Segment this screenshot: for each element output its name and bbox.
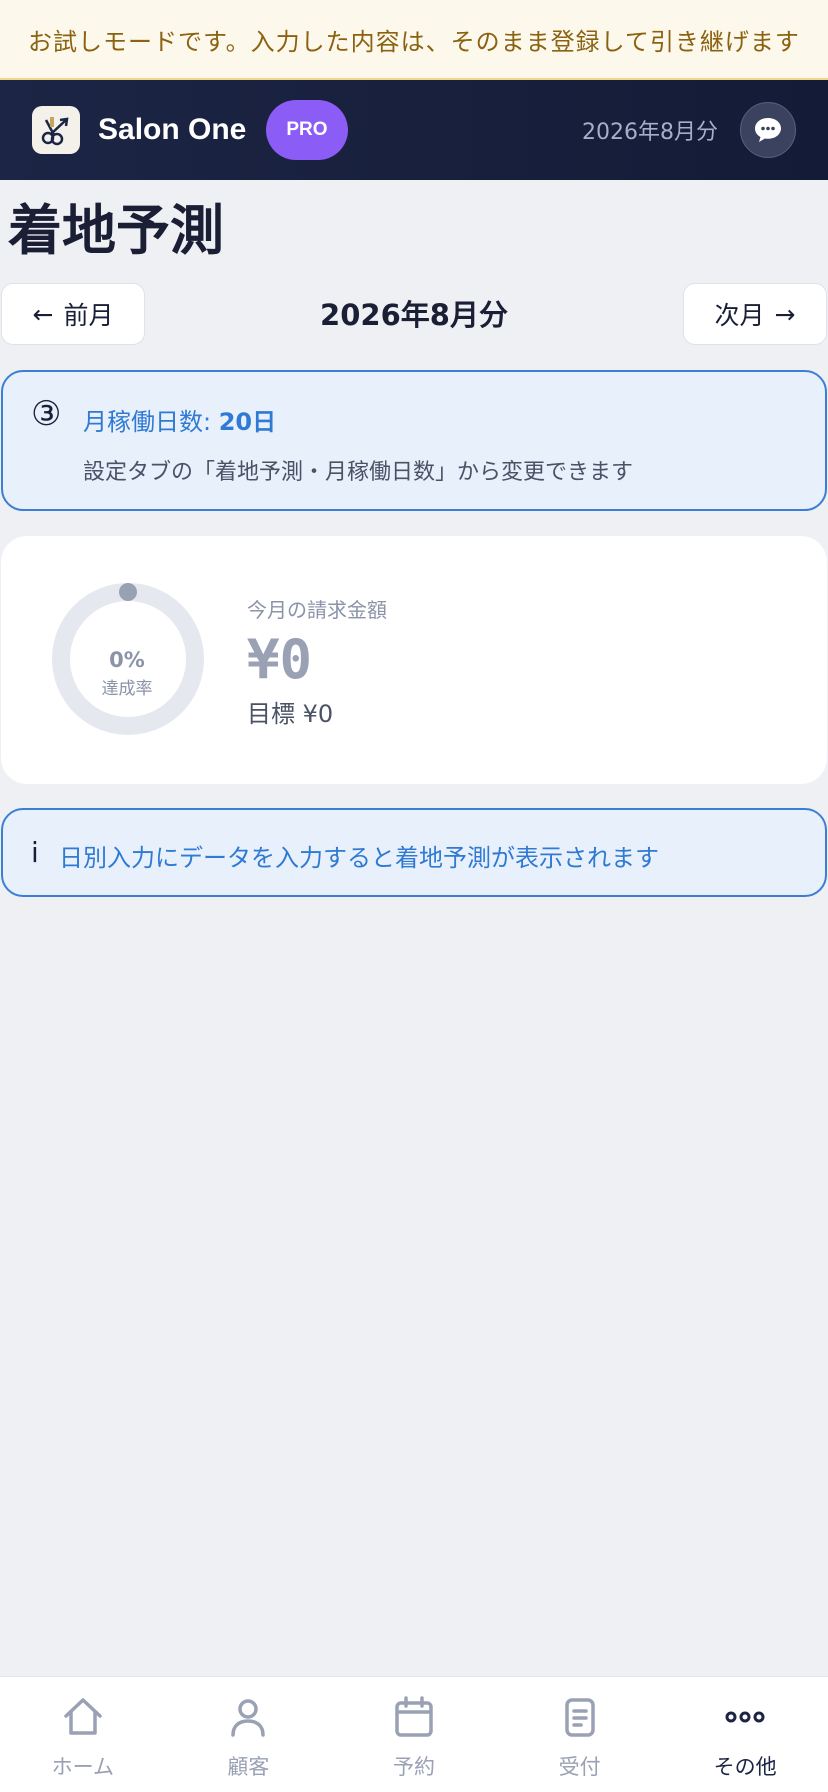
circled-three-icon: ③ [31, 394, 62, 434]
person-icon [226, 1695, 270, 1739]
tab-more[interactable]: その他 [662, 1677, 828, 1792]
app-name: Salon One [98, 113, 247, 146]
arrow-right-icon: → [774, 299, 796, 329]
working-days-title: 月稼働日数: 20日 [83, 402, 276, 437]
chat-button[interactable] [740, 102, 796, 158]
prev-month-label: 前月 [63, 301, 114, 330]
info-icon: i [31, 836, 39, 869]
forecast-hint-box: i 日別入力にデータを入力すると着地予測が表示されます [1, 808, 827, 897]
bottom-tab-bar: ホーム 顧客 予約 受付 その他 [0, 1676, 828, 1792]
billing-amount-label: 今月の請求金額 [247, 598, 387, 622]
working-days-prefix: 月稼働日数: [83, 408, 219, 436]
tab-home-label: ホーム [51, 1755, 114, 1779]
tab-home[interactable]: ホーム [0, 1677, 166, 1792]
tab-more-label: その他 [713, 1755, 777, 1779]
trial-mode-banner: お試しモードです。入力した内容は、そのまま登録して引き継げます [0, 0, 828, 80]
app-header: Salon One PRO 2026年8月分 [0, 80, 828, 180]
working-days-box: ③ 月稼働日数: 20日 設定タブの「着地予測・月稼働日数」から変更できます [1, 370, 827, 511]
next-month-label: 次月 [714, 301, 765, 330]
tab-customers-label: 顧客 [227, 1755, 270, 1779]
working-days-value: 20日 [218, 408, 277, 436]
home-icon [61, 1695, 105, 1739]
speech-bubble-icon [755, 118, 781, 142]
achievement-percent: 0% [109, 648, 145, 672]
tab-reception-label: 受付 [558, 1755, 601, 1779]
working-days-subtitle: 設定タブの「着地予測・月稼働日数」から変更できます [83, 460, 634, 485]
trial-mode-text: お試しモードです。入力した内容は、そのまま登録して引き継げます [28, 27, 800, 56]
more-icon [723, 1695, 767, 1739]
header-month: 2026年8月分 [582, 120, 718, 145]
tab-reservations[interactable]: 予約 [331, 1677, 497, 1792]
tab-reception[interactable]: 受付 [497, 1677, 663, 1792]
arrow-left-icon: ← [32, 299, 54, 329]
billing-target: 目標 ¥0 [247, 700, 334, 728]
achievement-label: 達成率 [101, 679, 153, 699]
tab-reservations-label: 予約 [392, 1755, 435, 1779]
tab-customers[interactable]: 顧客 [166, 1677, 332, 1792]
page-title: 着地予測 [8, 199, 224, 262]
forecast-hint-text: 日別入力にデータを入力すると着地予測が表示されます [59, 844, 659, 872]
achievement-ring-knob [119, 583, 137, 601]
prev-month-button[interactable]: ← 前月 [1, 283, 145, 345]
current-month-label: 2026年8月分 [320, 298, 508, 332]
app-logo-icon [32, 106, 80, 154]
pro-badge: PRO [266, 100, 348, 160]
page: お試しモードです。入力した内容は、そのまま登録して引き継げます Salon On… [0, 0, 828, 1792]
next-month-button[interactable]: 次月 → [683, 283, 827, 345]
clipboard-icon [558, 1695, 602, 1739]
billing-amount: ¥0 [247, 628, 313, 691]
calendar-icon [392, 1695, 436, 1739]
